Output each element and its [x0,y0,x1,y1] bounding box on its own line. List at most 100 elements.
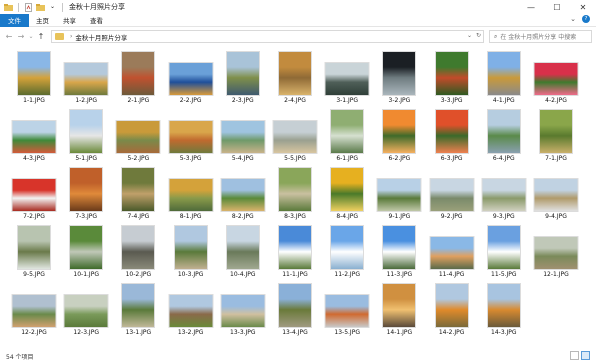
file-item[interactable]: 5-1.JPG [57,106,115,164]
address-field[interactable]: › 金秋十月照片分享 ⌄ ↻ [51,30,484,43]
file-item[interactable]: 5-4.JPG [214,106,272,164]
file-item[interactable]: 11-2.JPG [318,222,376,280]
file-item[interactable]: 1-1.JPG [5,48,63,106]
file-name: 7-2.JPG [23,213,45,220]
forward-button[interactable]: → [15,31,27,43]
photo-thumbnail [481,178,527,212]
tab-view[interactable]: 查看 [83,14,110,27]
photo-thumbnail [17,51,51,96]
photo-thumbnail [330,109,365,154]
file-item[interactable]: 8-4.JPG [318,164,376,222]
file-item[interactable]: 10-2.JPG [109,222,167,280]
file-item[interactable]: 10-1.JPG [57,222,115,280]
search-input[interactable]: ⌕ 在 金秋十月照片分享 中搜索 [489,30,592,43]
file-item[interactable]: 11-5.JPG [475,222,533,280]
details-view-icon[interactable] [570,351,579,360]
new-folder-icon[interactable] [36,3,45,12]
file-item[interactable]: 13-5.JPG [318,280,376,338]
photo-thumbnail [278,225,312,270]
file-name: 8-1.JPG [179,213,202,220]
file-item[interactable]: 11-1.JPG [266,222,324,280]
file-item[interactable]: 12-3.JPG [57,280,115,338]
file-name: 14-2.JPG [438,329,465,336]
item-count: 54 个项目 [6,353,34,361]
file-item[interactable]: 6-1.JPG [318,106,376,164]
file-item[interactable]: 3-1.JPG [318,48,376,106]
file-item[interactable]: 2-4.JPG [266,48,324,106]
file-item[interactable]: 10-4.JPG [214,222,272,280]
file-item[interactable]: 13-4.JPG [266,280,324,338]
file-name: 7-4.JPG [127,213,150,220]
breadcrumb-current[interactable]: 金秋十月照片分享 [75,32,127,42]
up-button[interactable]: ↑ [35,31,47,43]
large-icons-view-icon[interactable] [581,351,590,360]
help-icon[interactable]: ? [582,15,590,23]
file-item[interactable]: 13-2.JPG [162,280,220,338]
maximize-button[interactable]: ☐ [544,0,570,14]
file-item[interactable]: 9-2.JPG [423,164,481,222]
file-item[interactable]: 11-3.JPG [370,222,428,280]
file-item[interactable]: 4-1.JPG [475,48,533,106]
file-item[interactable]: 7-2.JPG [5,164,63,222]
expand-ribbon-icon[interactable]: ⌄ [570,15,576,23]
file-item[interactable]: 8-2.JPG [214,164,272,222]
customize-toolbar-icon[interactable]: ⌄ [48,3,57,12]
close-button[interactable]: ✕ [570,0,596,14]
file-item[interactable]: 14-2.JPG [423,280,481,338]
file-item[interactable]: 10-3.JPG [162,222,220,280]
back-button[interactable]: ← [3,31,15,43]
file-item[interactable]: 1-2.JPG [57,48,115,106]
file-item[interactable]: 12-2.JPG [5,280,63,338]
tab-home[interactable]: 主页 [29,14,56,27]
file-item[interactable]: 12-1.JPG [527,222,585,280]
properties-icon[interactable] [24,2,33,12]
file-name: 7-3.JPG [75,213,98,220]
file-item[interactable]: 3-2.JPG [370,48,428,106]
file-name: 6-4.JPG [492,155,515,162]
file-item[interactable]: 9-4.JPG [527,164,585,222]
file-item[interactable]: 9-5.JPG [5,222,63,280]
file-item[interactable]: 5-2.JPG [109,106,167,164]
file-item[interactable]: 7-1.JPG [527,106,585,164]
file-item[interactable]: 13-3.JPG [214,280,272,338]
photo-thumbnail [429,236,475,270]
file-item[interactable]: 2-1.JPG [109,48,167,106]
file-item[interactable]: 4-3.JPG [5,106,63,164]
file-item[interactable]: 13-1.JPG [109,280,167,338]
file-item[interactable]: 7-4.JPG [109,164,167,222]
file-name: 3-3.JPG [440,97,463,104]
file-item[interactable]: 2-2.JPG [162,48,220,106]
file-name: 8-4.JPG [336,213,359,220]
file-item[interactable]: 8-1.JPG [162,164,220,222]
tab-share[interactable]: 共享 [56,14,83,27]
file-item[interactable]: 6-4.JPG [475,106,533,164]
file-item[interactable]: 11-4.JPG [423,222,481,280]
file-item[interactable]: 14-3.JPG [475,280,533,338]
file-item[interactable]: 5-3.JPG [162,106,220,164]
toolbar-divider [62,2,63,12]
file-item[interactable]: 9-1.JPG [370,164,428,222]
file-item[interactable]: 6-2.JPG [370,106,428,164]
photo-thumbnail [121,51,156,96]
address-end-controls: ⌄ ↻ [467,32,481,39]
file-item[interactable]: 2-3.JPG [214,48,272,106]
file-name: 11-2.JPG [334,271,360,278]
address-dropdown-icon[interactable]: ⌄ [467,32,472,39]
file-item[interactable]: 5-5.JPG [266,106,324,164]
file-item[interactable]: 3-3.JPG [423,48,481,106]
file-name: 6-3.JPG [440,155,463,162]
file-item[interactable]: 14-1.JPG [370,280,428,338]
file-item[interactable]: 7-3.JPG [57,164,115,222]
photo-thumbnail [225,225,260,270]
photo-thumbnail [382,109,417,154]
file-item[interactable]: 4-2.JPG [527,48,585,106]
recent-locations-button[interactable]: ⌄ [27,31,35,43]
file-item[interactable]: 8-3.JPG [266,164,324,222]
file-item[interactable]: 9-3.JPG [475,164,533,222]
minimize-button[interactable]: — [518,0,544,14]
folder-icon [55,33,64,40]
refresh-icon[interactable]: ↻ [476,32,481,39]
photo-thumbnail [429,178,475,212]
file-item[interactable]: 6-3.JPG [423,106,481,164]
tab-file[interactable]: 文件 [0,13,29,27]
